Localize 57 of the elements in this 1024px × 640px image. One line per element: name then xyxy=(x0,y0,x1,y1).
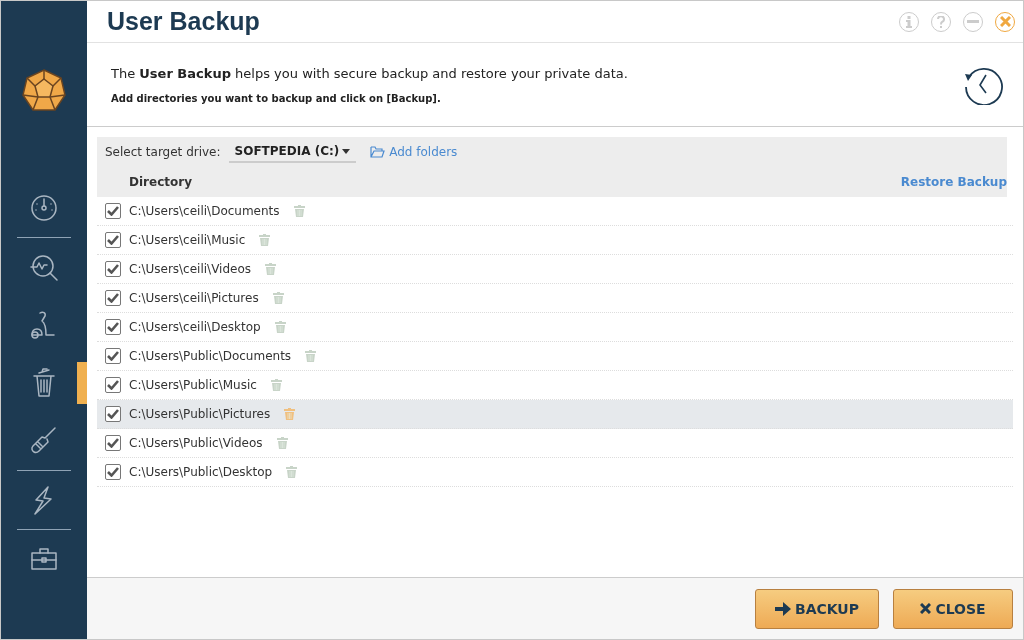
directory-row[interactable]: C:\Users\ceili\Music xyxy=(97,226,1013,255)
directory-row[interactable]: C:\Users\ceili\Pictures xyxy=(97,284,1013,313)
directory-row[interactable]: C:\Users\ceili\Videos xyxy=(97,255,1013,284)
check-icon xyxy=(107,322,119,332)
folder-icon xyxy=(370,146,386,158)
gauge-icon xyxy=(28,192,60,224)
drive-label: Select target drive: xyxy=(105,145,221,159)
drive-dropdown[interactable]: SOFTPEDIA (C:) xyxy=(228,141,357,163)
directory-row[interactable]: C:\Users\Public\Desktop xyxy=(97,458,1013,487)
column-header: Directory xyxy=(129,175,193,189)
check-icon xyxy=(107,293,119,303)
checkbox[interactable] xyxy=(105,203,121,219)
close-icon xyxy=(920,603,932,614)
directory-row[interactable]: C:\Users\ceili\Documents xyxy=(97,197,1013,226)
question-mark-icon xyxy=(937,15,945,28)
checkbox[interactable] xyxy=(105,232,121,248)
directory-path: C:\Users\Public\Videos xyxy=(129,436,263,450)
arrow-right-icon xyxy=(775,601,791,616)
checkbox[interactable] xyxy=(105,348,121,364)
directory-row[interactable]: C:\Users\Public\Videos xyxy=(97,429,1013,458)
hint-text: Add directories you want to backup and click on [Backup]. xyxy=(111,92,442,104)
check-icon xyxy=(107,235,119,245)
directory-path: C:\Users\ceili\Pictures xyxy=(129,291,259,305)
directory-path: C:\Users\Public\Desktop xyxy=(129,465,273,479)
check-icon xyxy=(107,206,119,216)
caret-icon xyxy=(342,148,351,154)
check-icon xyxy=(107,264,119,274)
directory-row[interactable]: C:\Users\Public\Pictures xyxy=(97,400,1013,429)
checkbox[interactable] xyxy=(105,406,121,422)
minimize-icon xyxy=(967,20,979,23)
close-icon xyxy=(999,16,1011,27)
directory-row[interactable]: C:\Users\ceili\Desktop xyxy=(97,313,1013,342)
directory-path: C:\Users\ceili\Videos xyxy=(129,262,251,276)
close-button[interactable] xyxy=(995,11,1015,32)
checkbox[interactable] xyxy=(105,319,121,335)
intro-text: The User Backup helps you with secure backup and restore your private data. xyxy=(111,65,629,81)
close-dialog-button[interactable]: CLOSE xyxy=(893,588,1013,629)
check-icon xyxy=(107,409,119,419)
check-icon xyxy=(107,467,119,477)
window-title: User Backup xyxy=(107,7,261,36)
directory-path: C:\Users\Public\Documents xyxy=(129,349,292,363)
checkbox[interactable] xyxy=(105,261,121,277)
directory-path: C:\Users\Public\Music xyxy=(129,378,257,392)
backup-button[interactable]: BACKUP xyxy=(755,588,879,629)
directory-row[interactable]: C:\Users\Public\Documents xyxy=(97,342,1013,371)
directory-path: C:\Users\Public\Pictures xyxy=(129,407,271,421)
checkbox[interactable] xyxy=(105,464,121,480)
checkbox[interactable] xyxy=(105,377,121,393)
checkbox[interactable] xyxy=(105,435,121,451)
check-icon xyxy=(107,438,119,448)
directory-path: C:\Users\ceili\Music xyxy=(129,233,246,247)
check-icon xyxy=(107,351,119,361)
directory-path: C:\Users\ceili\Desktop xyxy=(129,320,261,334)
check-icon xyxy=(107,380,119,390)
info-icon xyxy=(906,15,912,28)
checkbox[interactable] xyxy=(105,290,121,306)
directory-path: C:\Users\ceili\Documents xyxy=(129,204,280,218)
